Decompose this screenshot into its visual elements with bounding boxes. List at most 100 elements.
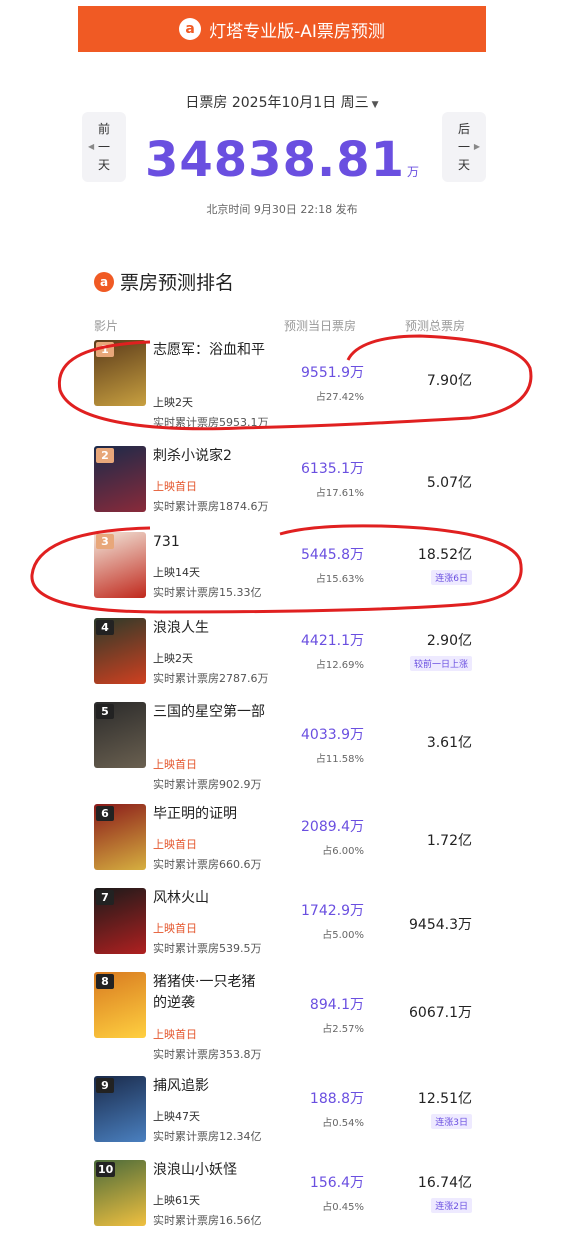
predicted-total-box-office: 3.61亿: [426, 735, 472, 751]
trend-tag: 较前一日上涨: [409, 656, 472, 671]
cumulative-box-office: 实时累计票房539.5万: [153, 942, 262, 955]
movie-row[interactable]: 2 刺杀小说家2 上映首日 实时累计票房1874.6万 6135.1万 占17.…: [94, 446, 494, 526]
cumulative-box-office: 实时累计票房902.9万: [153, 778, 262, 791]
trend-tag: 连涨3日: [431, 1114, 472, 1129]
share-percent: 占2.57%: [322, 1024, 364, 1035]
section-logo-icon: a: [94, 271, 114, 292]
movie-row[interactable]: 8 猪猪侠·一只老猪的逆袭 上映首日 实时累计票房353.8万 894.1万 占…: [94, 972, 494, 1061]
cumulative-box-office: 实时累计票房660.6万: [153, 858, 262, 871]
movie-row[interactable]: 1 志愿军：浴血和平 上映2天 实时累计票房5953.1万 9551.9万 占2…: [94, 340, 494, 429]
movie-title[interactable]: 毕正明的证明: [153, 804, 268, 825]
total-box-office: 34838.81 万: [0, 132, 564, 188]
release-days: 上映14天: [153, 566, 200, 579]
release-days: 上映首日: [153, 922, 197, 935]
share-percent: 占17.61%: [315, 488, 364, 499]
share-percent: 占5.00%: [322, 930, 364, 941]
banner-title: 灯塔专业版-AI票房预测: [209, 21, 385, 42]
movie-row[interactable]: 3 731 上映14天 实时累计票房15.33亿 5445.8万 占15.63%…: [94, 532, 494, 612]
movie-poster[interactable]: 5: [94, 702, 146, 768]
predicted-day-box-office: 4421.1万: [301, 633, 364, 649]
trend-tag: 连涨2日: [431, 1198, 472, 1213]
movie-poster[interactable]: 8: [94, 972, 146, 1038]
movie-poster[interactable]: 2: [94, 446, 146, 512]
movie-row[interactable]: 4 浪浪人生 上映2天 实时累计票房2787.6万 4421.1万 占12.69…: [94, 618, 494, 698]
release-days: 上映首日: [153, 758, 197, 771]
total-unit: 万: [407, 165, 420, 179]
cumulative-box-office: 实时累计票房12.34亿: [153, 1130, 262, 1143]
cumulative-box-office: 实时累计票房353.8万: [153, 1048, 262, 1061]
predicted-total-box-office: 18.52亿: [417, 547, 472, 563]
movie-row[interactable]: 7 风林火山 上映首日 实时累计票房539.5万 1742.9万 占5.00% …: [94, 888, 494, 968]
cumulative-box-office: 实时累计票房16.56亿: [153, 1214, 262, 1227]
rank-badge: 1: [96, 342, 114, 357]
release-days: 上映61天: [153, 1194, 200, 1207]
col-header-day: 预测当日票房: [284, 319, 357, 333]
movie-title[interactable]: 浪浪山小妖怪: [153, 1160, 268, 1181]
release-days: 上映首日: [153, 480, 197, 493]
rank-badge: 10: [96, 1162, 116, 1177]
predicted-day-box-office: 1742.9万: [301, 903, 364, 919]
release-days: 上映2天: [153, 652, 193, 665]
total-value: 34838.81: [144, 132, 405, 188]
movie-poster[interactable]: 6: [94, 804, 146, 870]
share-percent: 占6.00%: [322, 846, 364, 857]
movie-row[interactable]: 9 捕风追影 上映47天 实时累计票房12.34亿 188.8万 占0.54% …: [94, 1076, 494, 1156]
predicted-day-box-office: 4033.9万: [301, 727, 364, 743]
rank-badge: 5: [96, 704, 114, 719]
movie-poster[interactable]: 9: [94, 1076, 146, 1142]
share-percent: 占12.69%: [315, 660, 364, 671]
cumulative-box-office: 实时累计票房2787.6万: [153, 672, 269, 685]
dengta-logo-icon: a: [179, 18, 202, 40]
rank-badge: 3: [96, 534, 114, 549]
section-title-text: 票房预测排名: [120, 272, 235, 294]
movie-title[interactable]: 志愿军：浴血和平: [153, 340, 268, 361]
rank-badge: 4: [96, 620, 114, 635]
movie-title[interactable]: 刺杀小说家2: [153, 446, 268, 467]
predicted-day-box-office: 156.4万: [309, 1175, 364, 1191]
movie-poster[interactable]: 1: [94, 340, 146, 406]
rank-badge: 9: [96, 1078, 114, 1093]
movie-title[interactable]: 猪猪侠·一只老猪的逆袭: [153, 972, 268, 1014]
predicted-total-box-office: 7.90亿: [426, 373, 472, 389]
share-percent: 占27.42%: [315, 392, 364, 403]
movie-title[interactable]: 731: [153, 532, 268, 553]
movie-title[interactable]: 捕风追影: [153, 1076, 268, 1097]
col-header-total: 预测总票房: [405, 319, 466, 333]
movie-row[interactable]: 5 三国的星空第一部 上映首日 实时累计票房902.9万 4033.9万 占11…: [94, 702, 494, 791]
movie-title[interactable]: 浪浪人生: [153, 618, 268, 639]
movie-row[interactable]: 6 毕正明的证明 上映首日 实时累计票房660.6万 2089.4万 占6.00…: [94, 804, 494, 884]
movie-title[interactable]: 风林火山: [153, 888, 268, 909]
share-percent: 占0.54%: [322, 1118, 364, 1129]
movie-title[interactable]: 三国的星空第一部: [153, 702, 268, 723]
release-days: 上映2天: [153, 396, 193, 409]
predicted-total-box-office: 12.51亿: [417, 1091, 472, 1107]
rank-badge: 7: [96, 890, 114, 905]
predicted-day-box-office: 188.8万: [309, 1091, 364, 1107]
predicted-total-box-office: 6067.1万: [409, 1005, 472, 1021]
section-title: a 票房预测排名: [94, 268, 234, 295]
predicted-total-box-office: 1.72亿: [426, 833, 472, 849]
trend-tag: 连涨6日: [431, 570, 472, 585]
movie-poster[interactable]: 3: [94, 532, 146, 598]
share-percent: 占15.63%: [315, 574, 364, 585]
cumulative-box-office: 实时累计票房15.33亿: [153, 586, 262, 599]
movie-poster[interactable]: 7: [94, 888, 146, 954]
predicted-total-box-office: 2.90亿: [426, 633, 472, 649]
rank-badge: 6: [96, 806, 114, 821]
predicted-total-box-office: 16.74亿: [417, 1175, 472, 1191]
cumulative-box-office: 实时累计票房1874.6万: [153, 500, 269, 513]
predicted-total-box-office: 9454.3万: [409, 917, 472, 933]
date-selector[interactable]: 日票房 2025年10月1日 周三 ▼: [0, 92, 564, 112]
release-days: 上映首日: [153, 1028, 197, 1041]
share-percent: 占11.58%: [315, 754, 364, 765]
movie-row[interactable]: 10 浪浪山小妖怪 上映61天 实时累计票房16.56亿 156.4万 占0.4…: [94, 1160, 494, 1240]
cumulative-box-office: 实时累计票房5953.1万: [153, 416, 269, 429]
caret-down-icon[interactable]: ▼: [372, 100, 379, 110]
release-days: 上映首日: [153, 838, 197, 851]
movie-poster[interactable]: 10: [94, 1160, 146, 1226]
movie-poster[interactable]: 4: [94, 618, 146, 684]
date-label[interactable]: 日票房 2025年10月1日 周三: [185, 95, 368, 111]
predicted-day-box-office: 2089.4万: [301, 819, 364, 835]
predicted-day-box-office: 6135.1万: [301, 461, 364, 477]
col-header-film: 影片: [94, 319, 119, 333]
